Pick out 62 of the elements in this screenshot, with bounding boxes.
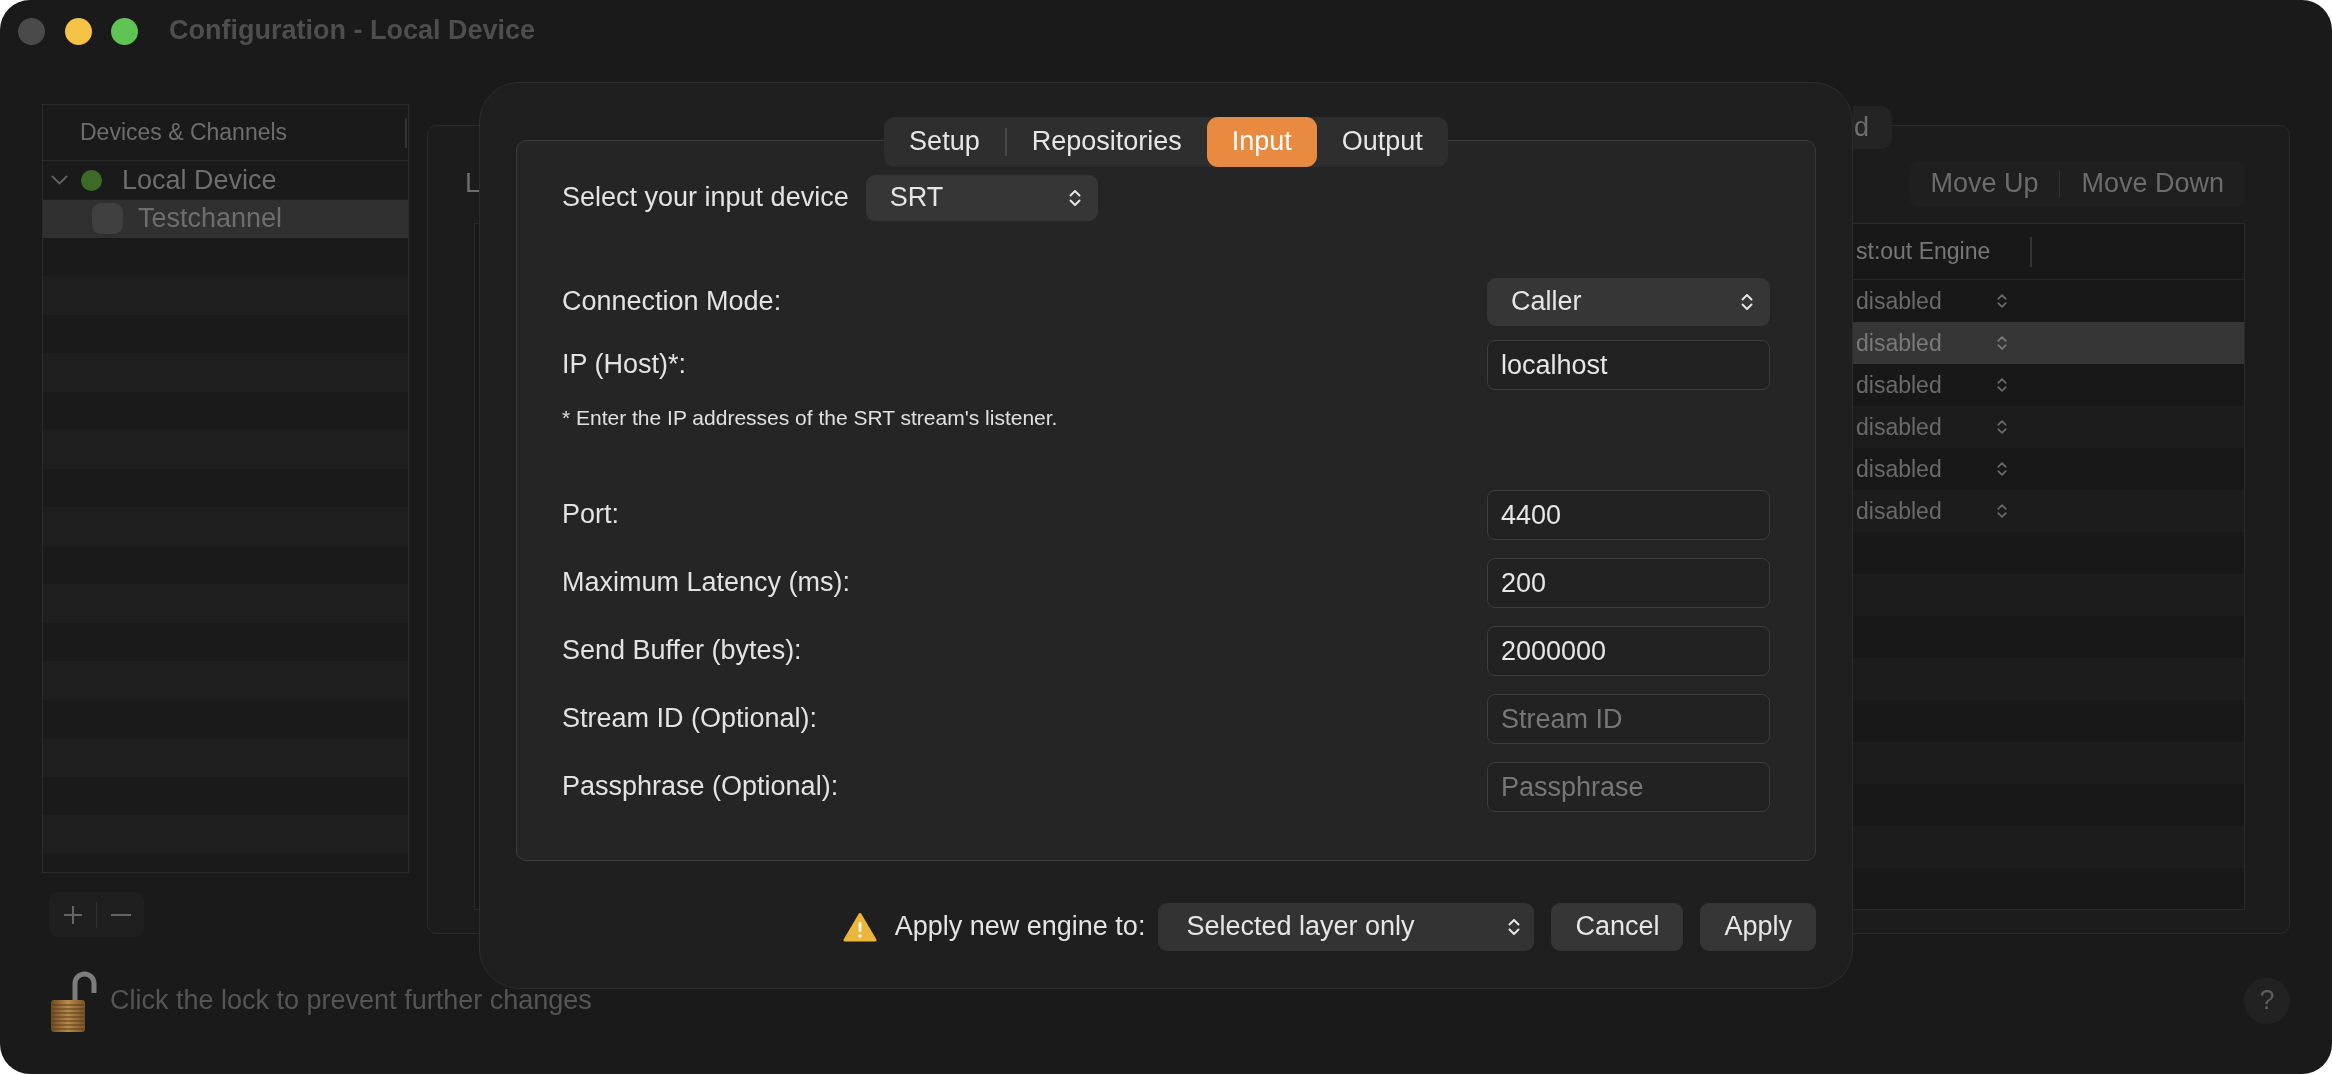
tab[interactable]: Output	[1316, 117, 1448, 167]
cancel-button[interactable]: Cancel	[1551, 903, 1684, 951]
table-row[interactable]: disabled	[1853, 322, 2244, 364]
engine-dropdown[interactable]: disabled	[1856, 455, 2007, 483]
table-row[interactable]: disabled	[1853, 364, 2244, 406]
apply-button[interactable]: Apply	[1700, 903, 1816, 951]
updown-chevron-icon	[1997, 419, 2007, 435]
warning-icon	[842, 912, 877, 942]
panel-label: L	[465, 168, 481, 200]
minimize-button[interactable]	[64, 17, 92, 45]
updown-chevron-icon	[1997, 503, 2007, 519]
close-button[interactable]	[18, 17, 45, 45]
tab[interactable]: Input	[1206, 117, 1317, 167]
engine-dropdown[interactable]: disabled	[1856, 287, 2007, 315]
minus-icon	[110, 913, 131, 916]
plus-icon	[62, 904, 83, 925]
field-label: Port:	[562, 499, 620, 531]
updown-chevron-icon	[1997, 293, 2007, 309]
updown-chevron-icon	[1068, 189, 1081, 207]
dropdown[interactable]: Selected layer only	[1158, 903, 1535, 951]
updown-chevron-icon	[1997, 461, 2007, 477]
input-field[interactable]: 4400	[1487, 490, 1770, 540]
input-field[interactable]: localhost	[1487, 340, 1770, 390]
field-label: Stream ID (Optional):	[562, 703, 818, 735]
sidebar-item[interactable]: Testchannel	[43, 199, 408, 238]
tab[interactable]: Repositories	[1006, 117, 1207, 167]
move-down-button[interactable]: Move Down	[2060, 161, 2245, 207]
input-field[interactable]: 200	[1487, 558, 1770, 608]
field-label: Apply new engine to:	[894, 911, 1146, 943]
table-row[interactable]: disabled	[1853, 280, 2244, 322]
updown-chevron-icon	[1508, 918, 1521, 936]
engine-dropdown[interactable]: disabled	[1856, 371, 2007, 399]
field-label: Passphrase (Optional):	[562, 771, 839, 803]
engine-dropdown[interactable]: disabled	[1856, 497, 2007, 525]
column-header: st:out Engine	[1855, 238, 1992, 265]
updown-chevron-icon	[1997, 377, 2007, 393]
field-label: Connection Mode:	[562, 286, 782, 318]
zoom-button[interactable]	[111, 17, 138, 45]
updown-chevron-icon	[1741, 293, 1753, 311]
engine-dropdown[interactable]: disabled	[1856, 329, 2007, 357]
tab[interactable]: Setup	[884, 117, 1005, 167]
input-field[interactable]: Passphrase	[1487, 762, 1770, 812]
table-row[interactable]: disabled	[1853, 406, 2244, 448]
input-field[interactable]: Stream ID	[1487, 694, 1770, 744]
field-label: Send Buffer (bytes):	[562, 635, 802, 667]
move-up-button[interactable]: Move Up	[1909, 161, 2060, 207]
input-field[interactable]: 2000000	[1487, 626, 1770, 676]
hint-text: * Enter the IP addresses of the SRT stream's listener.	[562, 406, 1059, 430]
tab[interactable]: d	[1853, 106, 1892, 149]
field-label: Maximum Latency (ms):	[562, 567, 851, 599]
updown-chevron-icon	[1997, 335, 2007, 351]
field-label: Select your input device	[562, 182, 849, 214]
table-row[interactable]: disabled	[1853, 448, 2244, 490]
dropdown[interactable]: Caller	[1487, 278, 1770, 326]
dropdown[interactable]: SRT	[865, 175, 1098, 221]
sidebar-item[interactable]: Local Device	[43, 161, 408, 200]
table-row[interactable]: disabled	[1853, 490, 2244, 532]
lock-hint-text: Click the lock to prevent further changes	[110, 985, 592, 1017]
engine-dropdown[interactable]: disabled	[1856, 413, 2007, 441]
help-button[interactable]: ?	[2244, 978, 2290, 1024]
column-header: Devices & Channels	[80, 119, 288, 146]
field-label: IP (Host)*:	[562, 349, 687, 381]
